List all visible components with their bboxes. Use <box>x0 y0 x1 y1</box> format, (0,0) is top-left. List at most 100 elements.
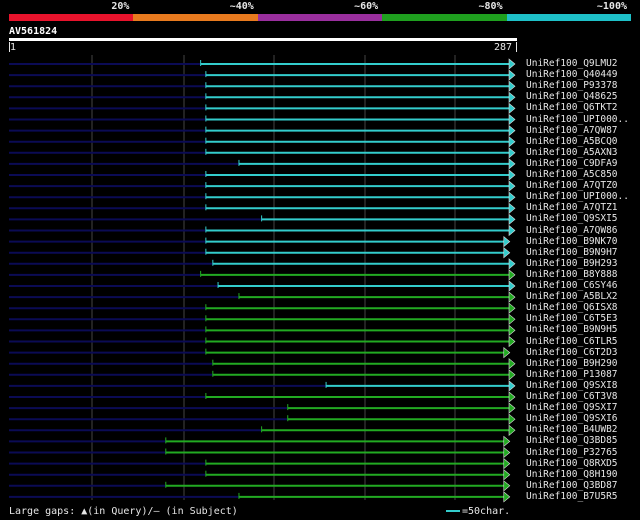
hit-end-arrow <box>508 80 516 92</box>
hit-row[interactable] <box>9 446 511 459</box>
hit-row[interactable] <box>9 480 511 492</box>
hit-end-arrow <box>508 402 516 414</box>
hit-row[interactable] <box>9 258 516 270</box>
hit-label[interactable]: UniRef100_C6T3V8 <box>526 391 618 402</box>
hit-row[interactable] <box>9 491 511 503</box>
hit-label[interactable]: UniRef100_C6TLR5 <box>526 336 618 347</box>
gap-legend: Large gaps: ▲(in Query)/– (in Subject) <box>9 506 238 517</box>
hit-row[interactable] <box>9 457 511 470</box>
hit-label[interactable]: UniRef100_Q3BD87 <box>526 480 618 491</box>
hit-label[interactable]: UniRef100_A7QW86 <box>526 225 618 236</box>
hit-row[interactable] <box>9 158 516 170</box>
hit-end-arrow <box>508 91 516 103</box>
hit-label[interactable]: UniRef100_B9N9H7 <box>526 247 618 258</box>
hit-end-arrow <box>503 435 511 448</box>
hit-label[interactable]: UniRef100_B9N9H5 <box>526 324 618 335</box>
hit-row[interactable] <box>9 358 516 370</box>
hit-row[interactable] <box>9 91 516 103</box>
hit-label[interactable]: UniRef100_B9NK70 <box>526 236 618 247</box>
hit-label[interactable]: UniRef100_Q9SXI7 <box>526 402 618 413</box>
hit-row[interactable] <box>9 380 516 392</box>
hit-end-arrow <box>508 258 516 270</box>
hit-end-arrow <box>508 69 516 81</box>
hit-label[interactable]: UniRef100_Q8RXD5 <box>526 458 618 469</box>
hit-label[interactable]: UniRef100_Q48625 <box>526 91 618 102</box>
hit-label[interactable]: UniRef100_P13087 <box>526 369 618 380</box>
hit-label[interactable]: UniRef100_A5BLX2 <box>526 291 618 302</box>
hit-row[interactable] <box>9 58 516 70</box>
hit-label[interactable]: UniRef100_Q6ISX8 <box>526 302 618 313</box>
hit-row[interactable] <box>9 180 516 192</box>
hit-label[interactable]: UniRef100_B8Y888 <box>526 269 618 280</box>
hit-label[interactable]: UniRef100_C9DFA9 <box>526 158 618 169</box>
hit-row[interactable] <box>9 335 516 348</box>
hit-row[interactable] <box>9 324 516 337</box>
hit-end-arrow <box>508 380 516 392</box>
scale-legend-text: =50char. <box>462 506 511 517</box>
hit-label[interactable]: UniRef100_C6SY46 <box>526 280 618 291</box>
hit-row[interactable] <box>9 191 516 203</box>
hit-label[interactable]: UniRef100_B9H293 <box>526 258 618 269</box>
hit-row[interactable] <box>9 213 516 226</box>
hit-label[interactable]: UniRef100_P32765 <box>526 447 618 458</box>
hit-row[interactable] <box>9 247 511 259</box>
hit-row[interactable] <box>9 280 516 292</box>
hit-row[interactable] <box>9 469 511 481</box>
hit-end-arrow <box>508 213 516 226</box>
hit-row[interactable] <box>9 80 516 92</box>
hit-label[interactable]: UniRef100_A5AXN3 <box>526 147 618 158</box>
hit-row[interactable] <box>9 124 516 137</box>
hit-label[interactable]: UniRef100_Q40449 <box>526 69 618 80</box>
hit-row[interactable] <box>9 424 516 436</box>
hit-row[interactable] <box>9 147 516 159</box>
hit-label[interactable]: UniRef100_A7QTZ1 <box>526 202 618 213</box>
hit-label[interactable]: UniRef100_P93378 <box>526 80 618 91</box>
hit-row[interactable] <box>9 169 516 181</box>
hit-label[interactable]: UniRef100_Q8H190 <box>526 469 618 480</box>
hit-label[interactable]: UniRef100_B9H290 <box>526 358 618 369</box>
hit-row[interactable] <box>9 346 511 359</box>
hit-label[interactable]: UniRef100_UPI000.. <box>526 114 629 125</box>
hit-row[interactable] <box>9 235 511 248</box>
hit-label[interactable]: UniRef100_A5BCQ0 <box>526 136 618 147</box>
hit-row[interactable] <box>9 369 516 381</box>
hit-label[interactable]: UniRef100_B7U5R5 <box>526 491 618 502</box>
hit-row[interactable] <box>9 202 516 214</box>
hit-label[interactable]: UniRef100_UPI000.. <box>526 191 629 202</box>
hit-end-arrow <box>503 247 511 259</box>
hit-label[interactable]: UniRef100_C6T2D3 <box>526 347 618 358</box>
hit-row[interactable] <box>9 391 516 403</box>
hit-end-arrow <box>508 147 516 159</box>
hit-label[interactable]: UniRef100_Q9SXI8 <box>526 380 618 391</box>
hit-label[interactable]: UniRef100_Q9LMU2 <box>526 58 618 69</box>
hit-label[interactable]: UniRef100_A5C850 <box>526 169 618 180</box>
hit-label[interactable]: UniRef100_A7QTZ0 <box>526 180 618 191</box>
hit-end-arrow <box>508 58 516 70</box>
hit-row[interactable] <box>9 269 516 281</box>
hit-end-arrow <box>508 158 516 170</box>
hit-row[interactable] <box>9 69 516 81</box>
hit-end-arrow <box>508 202 516 214</box>
hit-end-arrow <box>503 469 511 481</box>
hit-row[interactable] <box>9 291 516 303</box>
hit-row[interactable] <box>9 113 516 126</box>
hit-row[interactable] <box>9 435 511 448</box>
hit-row[interactable] <box>9 413 516 425</box>
hit-end-arrow <box>503 235 511 248</box>
hit-label[interactable]: UniRef100_Q9SXI5 <box>526 213 618 224</box>
hit-label[interactable]: UniRef100_A7QW87 <box>526 125 618 136</box>
hit-row[interactable] <box>9 224 516 237</box>
hit-row[interactable] <box>9 402 516 414</box>
hit-row[interactable] <box>9 136 516 148</box>
hit-end-arrow <box>503 457 511 470</box>
hit-row[interactable] <box>9 302 516 314</box>
hit-row[interactable] <box>9 102 516 115</box>
hit-label[interactable]: UniRef100_C6T5E3 <box>526 313 618 324</box>
hit-end-arrow <box>508 191 516 203</box>
hit-end-arrow <box>503 446 511 459</box>
hit-row[interactable] <box>9 313 516 325</box>
hit-label[interactable]: UniRef100_Q9SXI6 <box>526 413 618 424</box>
hit-label[interactable]: UniRef100_B4UWB2 <box>526 424 618 435</box>
hit-label[interactable]: UniRef100_Q3BD85 <box>526 435 618 446</box>
hit-label[interactable]: UniRef100_Q6TKT2 <box>526 102 618 113</box>
